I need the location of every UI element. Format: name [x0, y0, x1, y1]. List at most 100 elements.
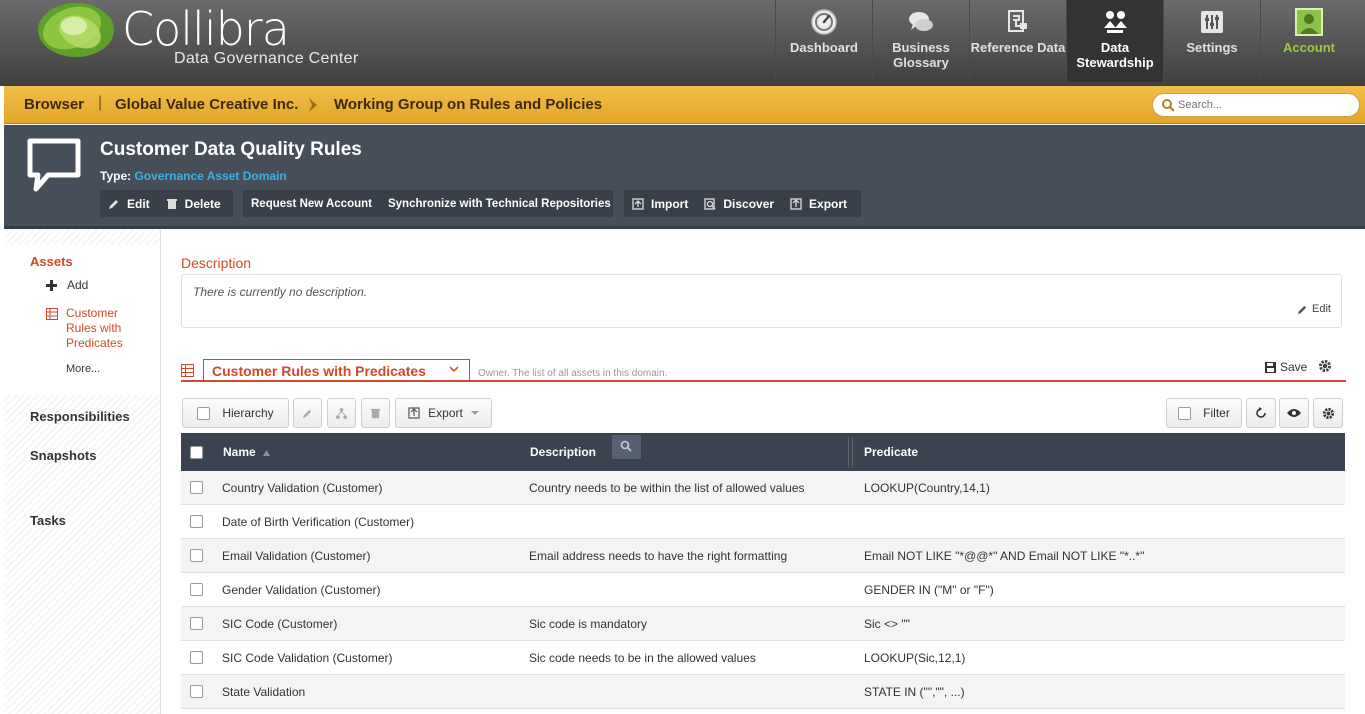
cell-name[interactable]: State Validation [222, 685, 305, 699]
synchronize-button[interactable]: Synchronize with Technical Repositories [388, 198, 611, 210]
hierarchy-toggle[interactable]: Hierarchy [182, 398, 289, 428]
delete-row-button[interactable] [361, 398, 390, 428]
search-input[interactable] [1178, 97, 1348, 113]
cell-description: Sic code needs to be in the allowed valu… [529, 651, 756, 665]
nav-settings[interactable]: Settings [1163, 0, 1260, 82]
sidebar-item-responsibilities[interactable]: Responsibilities [30, 409, 130, 424]
row-checkbox[interactable] [190, 549, 203, 562]
caret-down-icon [470, 411, 479, 415]
cell-name[interactable]: Gender Validation (Customer) [222, 583, 381, 597]
column-divider[interactable] [852, 437, 853, 467]
cell-name[interactable]: Email Validation (Customer) [222, 549, 371, 563]
row-checkbox[interactable] [190, 583, 203, 596]
edit-row-button[interactable] [293, 398, 322, 428]
import-button[interactable]: Import [632, 197, 688, 211]
delete-button[interactable]: Delete [166, 197, 221, 211]
table-row[interactable]: Date of Birth Verification (Customer) [181, 505, 1345, 539]
export-header-button[interactable]: Export [790, 197, 847, 211]
account-sync-group: Request New Account Synchronize with Tec… [243, 190, 613, 217]
column-divider[interactable] [848, 437, 849, 467]
row-checkbox[interactable] [190, 651, 203, 664]
breadcrumb-root[interactable]: Browser [24, 96, 84, 113]
row-checkbox[interactable] [190, 617, 203, 630]
cell-name[interactable]: SIC Code (Customer) [222, 617, 337, 631]
row-checkbox[interactable] [190, 515, 203, 528]
hierarchy-tree-icon [336, 407, 347, 419]
top-header: Collibra Data Governance Center Dashboar… [0, 0, 1365, 86]
description-text: There is currently no description. [193, 285, 368, 299]
table-row[interactable]: Country Validation (Customer) Country ne… [181, 471, 1345, 505]
nav-business-glossary[interactable]: Business Glossary [872, 0, 969, 82]
filter-checkbox[interactable] [1178, 406, 1192, 420]
edit-button[interactable]: Edit [108, 197, 150, 211]
nav-account[interactable]: Account [1260, 0, 1357, 82]
left-sidebar: Assets Add Customer Rules with Predicate… [4, 230, 161, 714]
search-icon [1162, 99, 1175, 112]
view-selector-value: Customer Rules with Predicates [212, 363, 426, 379]
column-header-description[interactable]: Description [530, 445, 596, 459]
move-button[interactable] [327, 398, 356, 428]
export-dropdown[interactable]: Export [395, 398, 492, 428]
filter-label: Filter [1203, 406, 1230, 420]
nav-data-stewardship[interactable]: Data Stewardship [1066, 0, 1163, 82]
table-row[interactable]: Gender Validation (Customer) GENDER IN (… [181, 573, 1345, 607]
edit-delete-group: Edit Delete [100, 190, 233, 217]
asset-type-link[interactable]: Governance Asset Domain [134, 169, 286, 183]
visibility-button[interactable] [1279, 398, 1309, 428]
sidebar-item-customer-rules[interactable]: Customer Rules with Predicates [66, 306, 146, 351]
select-all-checkbox[interactable] [190, 446, 203, 459]
discover-button[interactable]: Discover [704, 197, 774, 211]
sidebar-more-link[interactable]: More... [66, 363, 100, 375]
cell-name[interactable]: Country Validation (Customer) [222, 481, 383, 495]
logo-text: Collibra [122, 2, 290, 56]
cell-name[interactable]: Date of Birth Verification (Customer) [222, 515, 414, 529]
nav-dashboard[interactable]: Dashboard [775, 0, 872, 82]
export-label: Export [809, 196, 848, 211]
table-settings-button[interactable] [1313, 398, 1343, 428]
column-search-button[interactable] [612, 435, 641, 459]
table-row[interactable]: SIC Code (Customer) Sic code is mandator… [181, 607, 1345, 641]
breadcrumb-item[interactable]: Global Value Creative Inc. [115, 96, 298, 113]
collibra-logo[interactable]: Collibra Data Governance Center [36, 0, 376, 80]
table-row[interactable]: State Validation STATE IN ("","", ...) [181, 675, 1345, 709]
table-header: Name Description Predicate [181, 433, 1345, 471]
search-icon [620, 440, 632, 452]
row-checkbox[interactable] [190, 685, 203, 698]
cell-name[interactable]: SIC Code Validation (Customer) [222, 651, 393, 665]
edit-label: Edit [127, 196, 150, 211]
breadcrumb-item[interactable]: Working Group on Rules and Policies [334, 96, 602, 113]
nav-label: Reference Data [970, 40, 1066, 55]
sliders-icon [1201, 11, 1223, 33]
nav-label: Business Glossary [892, 40, 950, 70]
table-row[interactable]: Email Validation (Customer) Email addres… [181, 539, 1345, 573]
refresh-button[interactable] [1246, 398, 1276, 428]
hierarchy-checkbox[interactable] [197, 406, 211, 420]
cell-predicate: GENDER IN ("M" or "F") [864, 583, 994, 597]
search-box[interactable] [1152, 93, 1360, 117]
column-header-label: Name [223, 445, 256, 459]
sidebar-item-tasks[interactable]: Tasks [30, 513, 66, 528]
request-new-account-button[interactable]: Request New Account [251, 198, 372, 210]
column-header-name[interactable]: Name [223, 445, 271, 459]
asset-type: Type: Governance Asset Domain [100, 169, 287, 183]
sidebar-item-snapshots[interactable]: Snapshots [30, 448, 96, 463]
cell-predicate: Sic <> "" [864, 617, 910, 631]
cell-predicate: LOOKUP(Sic,12,1) [864, 651, 966, 665]
table-view-icon [181, 364, 194, 377]
table-row[interactable]: SIC Code Validation (Customer) Sic code … [181, 641, 1345, 675]
nav-reference-data[interactable]: Reference Data [969, 0, 1066, 82]
save-view-button[interactable]: Save [1265, 360, 1307, 374]
filter-toggle[interactable]: Filter [1166, 398, 1242, 428]
import-export-group: Import Discover Export [624, 190, 861, 217]
view-selector-dropdown[interactable]: Customer Rules with Predicates [203, 359, 470, 382]
nav-label: Account [1283, 40, 1335, 55]
description-edit-label: Edit [1312, 303, 1331, 315]
cell-predicate: Email NOT LIKE "*@@*" AND Email NOT LIKE… [864, 549, 1145, 563]
sidebar-assets-title[interactable]: Assets [30, 254, 73, 269]
sidebar-add-button[interactable]: Add [46, 278, 88, 292]
description-edit-button[interactable]: Edit [1297, 303, 1331, 315]
row-checkbox[interactable] [190, 481, 203, 494]
logo-subtitle: Data Governance Center [174, 50, 359, 67]
column-header-predicate[interactable]: Predicate [864, 445, 918, 459]
gear-icon[interactable] [1318, 359, 1332, 373]
